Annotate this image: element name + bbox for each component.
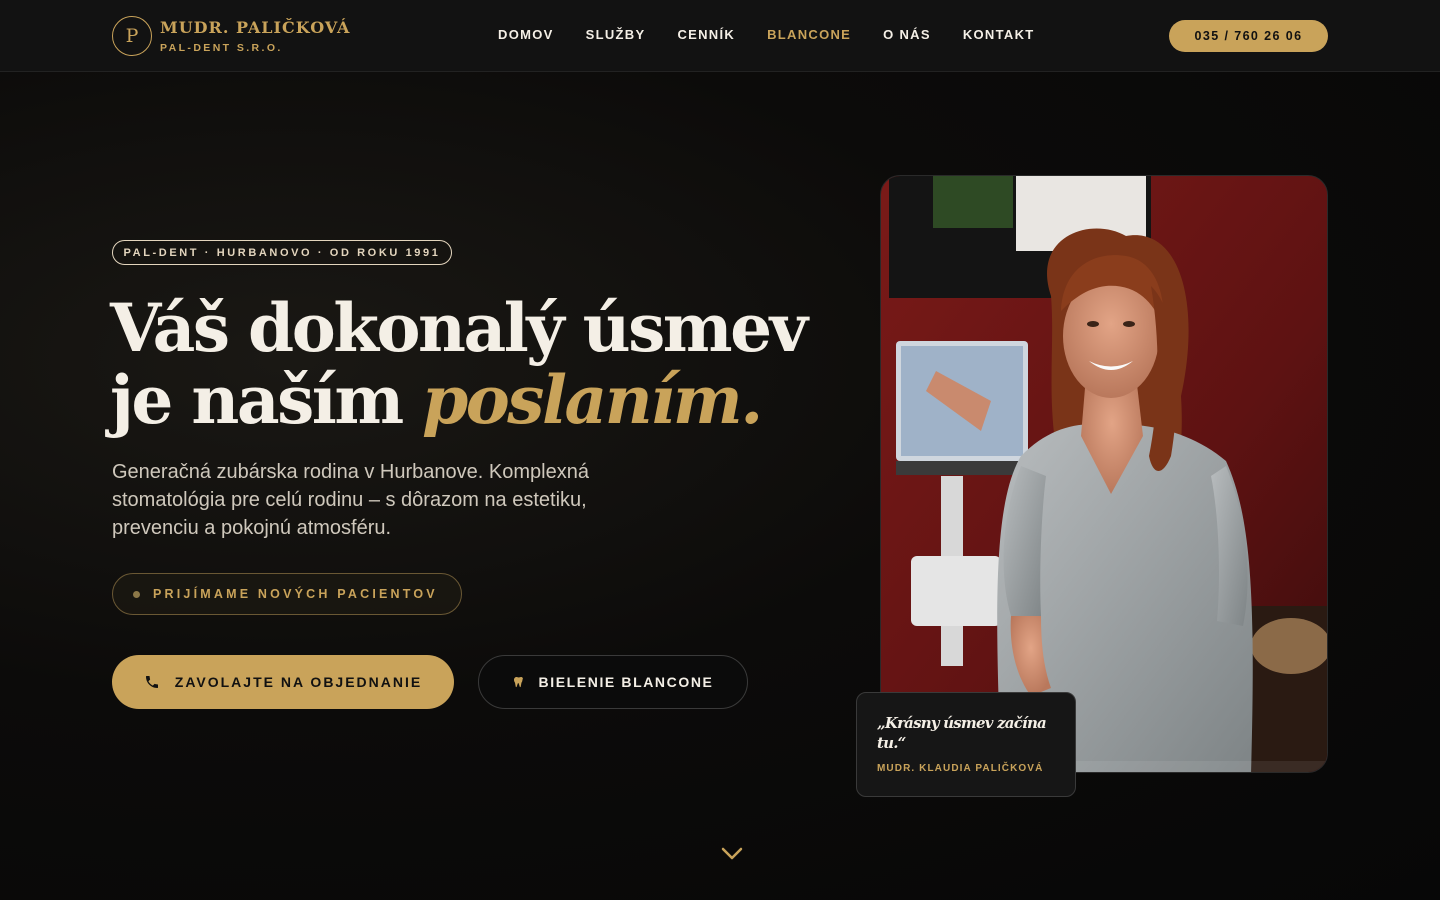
whitening-blancone-button[interactable]: BIELENIE BLANCONE [478,655,748,709]
chevron-down-icon[interactable] [720,846,744,862]
logo-subtitle: PAL-DENT S.R.O. [160,42,283,54]
nav-item-o-nas[interactable]: O NÁS [883,27,931,42]
nav-item-domov[interactable]: DOMOV [498,27,554,42]
hero-badge: PAL-DENT · HURBANOVO · OD ROKU 1991 [112,240,452,265]
hero-title-line1: Váš dokonalý úsmev [110,289,808,367]
nav-item-kontakt[interactable]: KONTAKT [963,27,1035,42]
hero-title-line2: je naším [110,361,423,439]
quote-text: „Krásny úsmev začína tu.“ [877,714,1047,752]
nav-item-cennik[interactable]: CENNÍK [677,27,735,42]
call-to-order-label: ZAVOLAJTE NA OBJEDNANIE [174,674,423,690]
status-dot-icon [133,590,140,598]
doctor-portrait-photo [880,175,1328,773]
phone-icon [145,676,158,688]
status-text: PRIJÍMAME NOVÝCH PACIENTOV [153,587,438,601]
hero-lead: Generačná zubárska rodina v Hurbanove. K… [112,461,589,539]
whitening-blancone-label: BIELENIE BLANCONE [538,674,714,690]
hero-title-accent: poslaním. [422,361,763,439]
hero-title: Váš dokonalý úsmev je naším poslaním. [110,289,808,439]
status-pill: PRIJÍMAME NOVÝCH PACIENTOV [112,573,462,615]
logo-monogram[interactable]: P [112,16,152,56]
phone-button[interactable]: 035 / 760 26 06 [1169,20,1328,52]
nav-item-sluzby[interactable]: SLUŽBY [586,27,646,42]
call-to-order-button[interactable]: ZAVOLAJTE NA OBJEDNANIE [112,655,454,709]
nav-item-blancone[interactable]: BLANCONE [767,27,851,42]
logo-name[interactable]: MUDR. PALIČKOVÁ [160,18,350,37]
main-nav: DOMOV SLUŽBY CENNÍK BLANCONE O NÁS KONTA… [498,27,1067,42]
quote-author: MUDR. KLAUDIA PALIČKOVÁ [877,763,1044,774]
doctor-portrait-illustration [881,176,1327,772]
quote-card: „Krásny úsmev začína tu.“ MUDR. KLAUDIA … [856,692,1076,797]
tooth-icon [513,677,523,688]
site-header: P MUDR. PALIČKOVÁ PAL-DENT S.R.O. DOMOV … [0,0,1440,72]
